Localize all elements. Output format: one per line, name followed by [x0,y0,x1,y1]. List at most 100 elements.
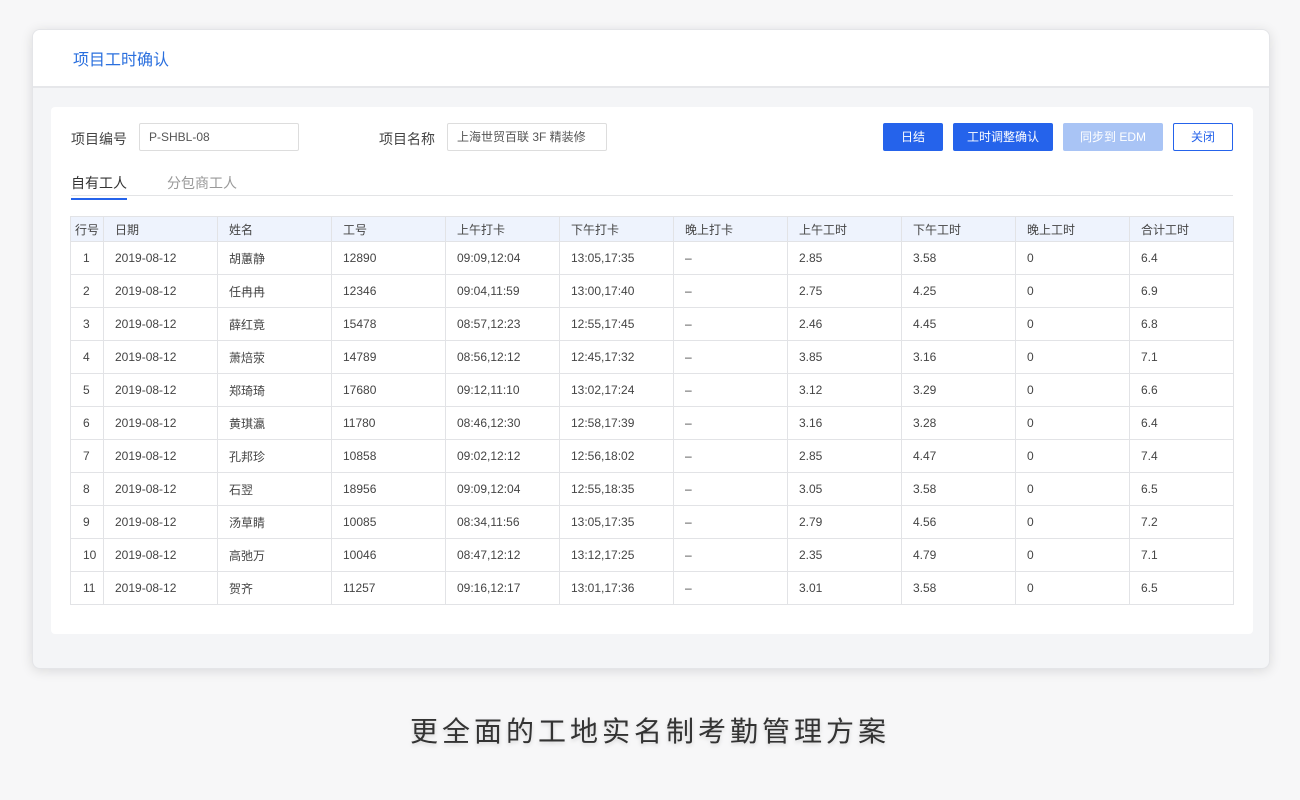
cell-eve-punch: – [673,571,788,605]
cell-date: 2019-08-12 [103,571,218,605]
cell-row-no: 11 [70,571,104,605]
cell-date: 2019-08-12 [103,538,218,572]
cell-pm-punch: 13:00,17:40 [559,274,674,308]
table-row[interactable]: 3 2019-08-12 薛红竟 15478 08:57,12:23 12:55,17:4… [70,307,1234,341]
table-row[interactable]: 4 2019-08-12 萧焙荥 14789 08:56,12:12 12:45,17:3… [70,340,1234,374]
cell-pm-hours: 4.25 [901,274,1016,308]
cell-total-hours: 7.2 [1129,505,1234,539]
cell-am-punch: 09:12,11:10 [445,373,560,407]
tab-subcontractor-workers[interactable]: 分包商工人 [167,173,237,198]
cell-name: 孔邦珍 [217,439,332,473]
confirm-adjust-button[interactable]: 工时调整确认 [953,123,1053,151]
cell-am-punch: 08:56,12:12 [445,340,560,374]
header-am-hours: 上午工时 [787,216,902,242]
cell-row-no: 10 [70,538,104,572]
cell-pm-punch: 13:12,17:25 [559,538,674,572]
cell-pm-punch: 12:58,17:39 [559,406,674,440]
form-row: 项目编号 P-SHBL-08 项目名称 上海世贸百联 3F 精装修 日结 工时调… [51,123,1253,151]
cell-am-hours: 3.05 [787,472,902,506]
cell-pm-hours: 4.56 [901,505,1016,539]
table-row[interactable]: 8 2019-08-12 石翌 18956 09:09,12:04 12:55,18:35… [70,472,1234,506]
cell-eve-hours: 0 [1015,274,1130,308]
cell-emp-id: 12890 [331,241,446,275]
cell-date: 2019-08-12 [103,472,218,506]
cell-date: 2019-08-12 [103,241,218,275]
cell-pm-hours: 3.28 [901,406,1016,440]
cell-total-hours: 6.5 [1129,571,1234,605]
timesheet-window: 项目工时确认 项目编号 P-SHBL-08 项目名称 上海世贸百联 3F 精装修… [32,29,1270,669]
cell-row-no: 1 [70,241,104,275]
cell-emp-id: 10085 [331,505,446,539]
cell-eve-hours: 0 [1015,241,1130,275]
cell-emp-id: 10046 [331,538,446,572]
cell-emp-id: 14789 [331,340,446,374]
cell-am-hours: 2.85 [787,439,902,473]
cell-date: 2019-08-12 [103,274,218,308]
table-row[interactable]: 6 2019-08-12 黄琪瀛 11780 08:46,12:30 12:58,17:3… [70,406,1234,440]
tab-own-workers[interactable]: 自有工人 [71,173,127,200]
cell-row-no: 6 [70,406,104,440]
cell-eve-punch: – [673,274,788,308]
project-no-field[interactable]: P-SHBL-08 [139,123,299,151]
cell-am-hours: 3.85 [787,340,902,374]
project-no-label: 项目编号 [71,131,127,147]
cell-eve-hours: 0 [1015,472,1130,506]
cell-emp-id: 18956 [331,472,446,506]
cell-am-punch: 09:02,12:12 [445,439,560,473]
cell-pm-hours: 3.58 [901,571,1016,605]
sync-edm-button[interactable]: 同步到 EDM [1063,123,1163,151]
cell-total-hours: 6.5 [1129,472,1234,506]
table-row[interactable]: 9 2019-08-12 汤草睛 10085 08:34,11:56 13:05,17:3… [70,505,1234,539]
cell-pm-punch: 12:45,17:32 [559,340,674,374]
cell-eve-punch: – [673,472,788,506]
project-name-field[interactable]: 上海世贸百联 3F 精装修 [447,123,607,151]
header-row-no: 行号 [70,216,104,242]
table-row[interactable]: 5 2019-08-12 郑琦琦 17680 09:12,11:10 13:02,17:2… [70,373,1234,407]
cell-pm-hours: 3.58 [901,241,1016,275]
cell-date: 2019-08-12 [103,373,218,407]
header-eve-punch: 晚上打卡 [673,216,788,242]
window-header: 项目工时确认 [33,30,1269,88]
cell-eve-punch: – [673,241,788,275]
cell-row-no: 4 [70,340,104,374]
header-total-hours: 合计工时 [1129,216,1234,242]
cell-name: 石翌 [217,472,332,506]
cell-eve-punch: – [673,439,788,473]
cell-eve-hours: 0 [1015,340,1130,374]
cell-eve-hours: 0 [1015,571,1130,605]
cell-total-hours: 6.4 [1129,241,1234,275]
cell-pm-hours: 4.79 [901,538,1016,572]
table-row[interactable]: 10 2019-08-12 高弛万 10046 08:47,12:12 13:12,17:… [70,538,1234,572]
cell-pm-punch: 12:55,18:35 [559,472,674,506]
cell-row-no: 9 [70,505,104,539]
cell-pm-punch: 12:55,17:45 [559,307,674,341]
cell-emp-id: 11780 [331,406,446,440]
table-row[interactable]: 7 2019-08-12 孔邦珍 10858 09:02,12:12 12:56,18:0… [70,439,1234,473]
caption: 更全面的工地实名制考勤管理方案 [409,716,890,747]
cell-am-punch: 09:16,12:17 [445,571,560,605]
cell-am-hours: 2.79 [787,505,902,539]
cell-name: 郑琦琦 [217,373,332,407]
cell-eve-punch: – [673,307,788,341]
header-date: 日期 [103,216,218,242]
table-row[interactable]: 1 2019-08-12 胡蕙静 12890 09:09,12:04 13:05,17:3… [70,241,1234,275]
header-pm-punch: 下午打卡 [559,216,674,242]
window-title: 项目工时确认 [73,52,170,69]
cell-row-no: 3 [70,307,104,341]
attendance-table: 行号 日期 姓名 工号 上午打卡 下午打卡 晚上打卡 上午工时 下午工时 晚上工… [70,216,1234,605]
table-row[interactable]: 2 2019-08-12 任冉冉 12346 09:04,11:59 13:00,17:4… [70,274,1234,308]
daily-settle-button[interactable]: 日结 [883,123,943,151]
cell-am-hours: 2.75 [787,274,902,308]
cell-eve-punch: – [673,373,788,407]
cell-pm-punch: 13:05,17:35 [559,241,674,275]
cell-am-hours: 3.12 [787,373,902,407]
close-button[interactable]: 关闭 [1173,123,1233,151]
cell-am-hours: 2.46 [787,307,902,341]
cell-total-hours: 7.4 [1129,439,1234,473]
cell-eve-hours: 0 [1015,538,1130,572]
cell-total-hours: 7.1 [1129,340,1234,374]
cell-pm-hours: 3.16 [901,340,1016,374]
table-row[interactable]: 11 2019-08-12 贺齐 11257 09:16,12:17 13:01,17:3… [70,571,1234,605]
cell-total-hours: 6.8 [1129,307,1234,341]
cell-am-punch: 08:34,11:56 [445,505,560,539]
